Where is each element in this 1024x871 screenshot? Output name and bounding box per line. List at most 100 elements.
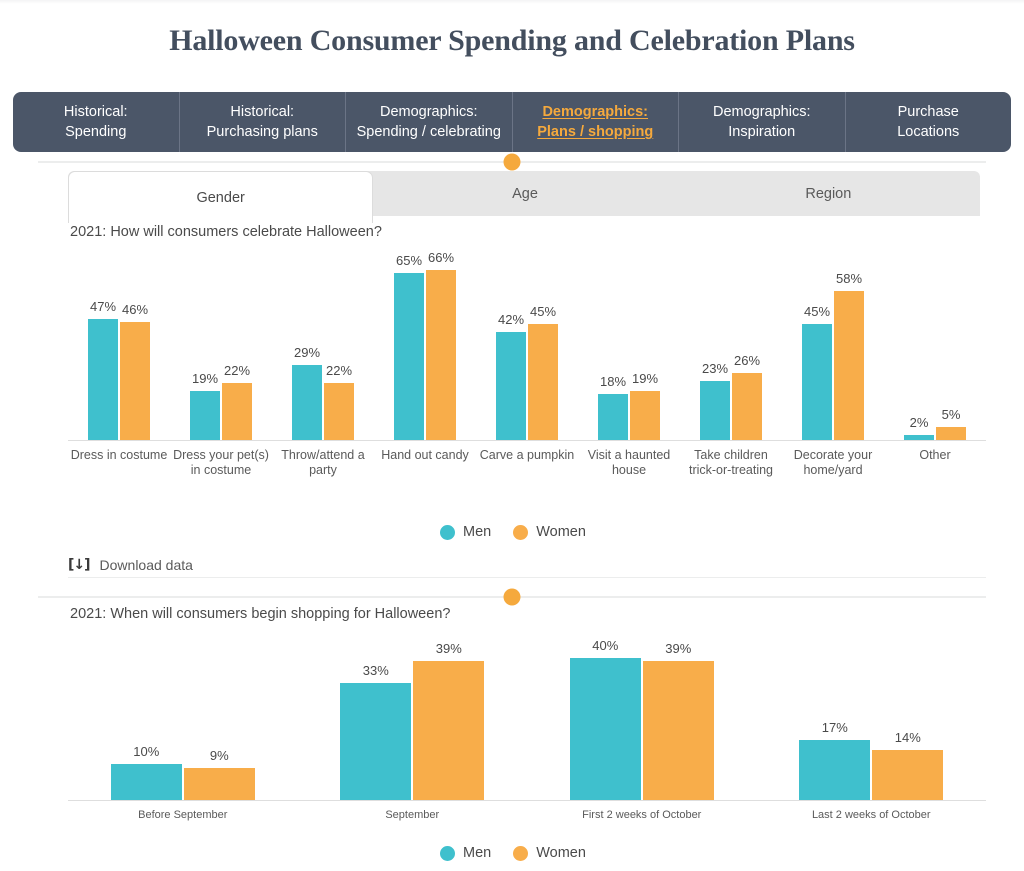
legend-label-women: Women <box>536 845 586 861</box>
subtab-region[interactable]: Region <box>677 171 980 216</box>
chart1-legend: Men Women <box>440 524 598 540</box>
bar-value-men-2: 40% <box>592 638 619 653</box>
bar-value-women-3: 14% <box>894 730 921 745</box>
bar-men-2[interactable] <box>569 658 641 800</box>
subtab-gender[interactable]: Gender <box>68 171 374 223</box>
bar-women-8[interactable] <box>936 427 966 440</box>
nav-item-line2: Spending / celebrating <box>356 124 501 140</box>
bar-value-men-3: 17% <box>821 720 848 735</box>
bar-women-7[interactable] <box>834 291 864 440</box>
nav-item-line1: Historical: <box>230 104 295 120</box>
nav-item-3[interactable]: Demographics: Plans / shopping <box>513 92 679 152</box>
section-knob-bottom[interactable] <box>503 588 521 606</box>
chart2-plot: 10% 9% Before September 33% 39% September 40% 3… <box>68 638 986 821</box>
download-data-label: Download data <box>99 557 193 573</box>
bar-men-4[interactable] <box>496 332 526 440</box>
bar-value-women-1: 22% <box>223 363 251 378</box>
bar-value-men-2: 29% <box>293 345 321 360</box>
nav-item-2[interactable]: Demographics: Spending / celebrating <box>346 92 513 152</box>
nav-item-line2: Locations <box>897 124 960 140</box>
legend-swatch-men <box>440 845 455 861</box>
category-label-3: Last 2 weeks of October <box>811 809 931 821</box>
nav-item-line1: Demographics: <box>712 104 811 120</box>
nav-item-line1: Demographics: <box>542 104 649 120</box>
bar-women-6[interactable] <box>732 373 762 440</box>
category-label-1: Dress your pet(s) in costume <box>173 448 269 477</box>
category-label-0: Dress in costume <box>70 448 168 462</box>
category-label-6: Take children trick-or-treating <box>688 448 774 477</box>
bar-men-1[interactable] <box>190 391 220 440</box>
legend-entry-men[interactable]: Men <box>440 524 491 540</box>
bar-value-women-4: 45% <box>529 304 557 319</box>
bar-value-men-1: 33% <box>362 663 389 678</box>
category-label-1: September <box>385 809 440 821</box>
download-bracket-icon: [↓] <box>68 557 91 573</box>
chart2-legend: Men Women <box>440 845 598 861</box>
subtab-age[interactable]: Age <box>373 171 676 216</box>
bar-women-5[interactable] <box>630 391 660 440</box>
nav-item-0[interactable]: Historical: Spending <box>13 92 180 152</box>
bar-men-8[interactable] <box>904 435 934 440</box>
nav-item-line1: Historical: <box>63 104 128 120</box>
category-label-5: Visit a haunted house <box>587 448 671 477</box>
bar-men-3[interactable] <box>394 273 424 440</box>
bar-value-men-7: 45% <box>803 304 831 319</box>
legend-swatch-men <box>440 524 455 540</box>
bar-women-2[interactable] <box>324 383 354 440</box>
nav-item-5[interactable]: Purchase Locations <box>846 92 1012 152</box>
bar-women-0[interactable] <box>120 322 150 440</box>
nav-item-line2: Spending <box>65 124 127 140</box>
nav-item-4[interactable]: Demographics: Inspiration <box>679 92 846 152</box>
bar-value-women-0: 9% <box>209 748 229 763</box>
bar-women-2[interactable] <box>642 661 714 800</box>
bar-value-women-5: 19% <box>631 371 659 386</box>
legend-entry-women[interactable]: Women <box>513 524 586 540</box>
category-label-0: Before September <box>138 809 228 821</box>
bar-men-0[interactable] <box>110 764 182 800</box>
legend-entry-women[interactable]: Women <box>513 845 586 861</box>
nav-item-line1: Purchase <box>897 104 959 120</box>
category-label-2: First 2 weeks of October <box>582 809 702 821</box>
bar-value-women-7: 58% <box>835 271 863 286</box>
subtab-label: Region <box>805 185 852 202</box>
legend-label-women: Women <box>536 524 586 540</box>
bar-value-men-0: 10% <box>133 744 160 759</box>
bar-men-0[interactable] <box>88 319 118 440</box>
bar-value-women-3: 66% <box>427 250 455 265</box>
bar-women-1[interactable] <box>413 661 485 800</box>
category-label-8: Other <box>919 448 951 462</box>
category-label-7: Decorate your home/yard <box>793 448 873 477</box>
bar-value-women-2: 22% <box>325 363 353 378</box>
x-axis-line <box>68 800 986 801</box>
legend-swatch-women <box>513 845 529 861</box>
subtab-label: Age <box>512 185 538 202</box>
chart1-plot: 47% 46% Dress in costume 19% 22% Dress your p… <box>68 250 986 485</box>
nav-item-line2: Plans / shopping <box>537 124 654 140</box>
bar-value-women-2: 39% <box>665 641 692 656</box>
chart-section-divider <box>38 588 986 606</box>
category-label-3: Hand out candy <box>381 448 469 462</box>
section-knob-top[interactable] <box>503 153 521 171</box>
x-axis-line <box>68 440 986 441</box>
bar-men-5[interactable] <box>598 394 628 440</box>
nav-item-1[interactable]: Historical: Purchasing plans <box>180 92 346 152</box>
bar-women-3[interactable] <box>426 270 456 440</box>
main-nav: Historical: Spending Historical: Purchasing… <box>13 92 1011 152</box>
bar-women-0[interactable] <box>183 768 255 800</box>
bar-men-7[interactable] <box>802 324 832 440</box>
bar-men-1[interactable] <box>340 683 412 800</box>
bar-women-4[interactable] <box>528 324 558 440</box>
legend-entry-men[interactable]: Men <box>440 845 491 861</box>
bar-women-1[interactable] <box>222 383 252 440</box>
nav-divider <box>38 153 986 171</box>
bar-value-women-6: 26% <box>733 353 761 368</box>
bar-men-3[interactable] <box>799 740 871 800</box>
download-data-button[interactable]: [↓] Download data <box>68 553 986 578</box>
subtab-label: Gender <box>196 189 245 206</box>
page-title: Halloween Consumer Spending and Celebrat… <box>169 24 855 57</box>
bar-women-3[interactable] <box>872 750 944 800</box>
bar-men-6[interactable] <box>700 381 730 440</box>
category-label-2: Throw/attend a party <box>281 448 365 477</box>
nav-item-line2: Purchasing plans <box>206 124 318 140</box>
category-label-4: Carve a pumpkin <box>479 448 575 462</box>
